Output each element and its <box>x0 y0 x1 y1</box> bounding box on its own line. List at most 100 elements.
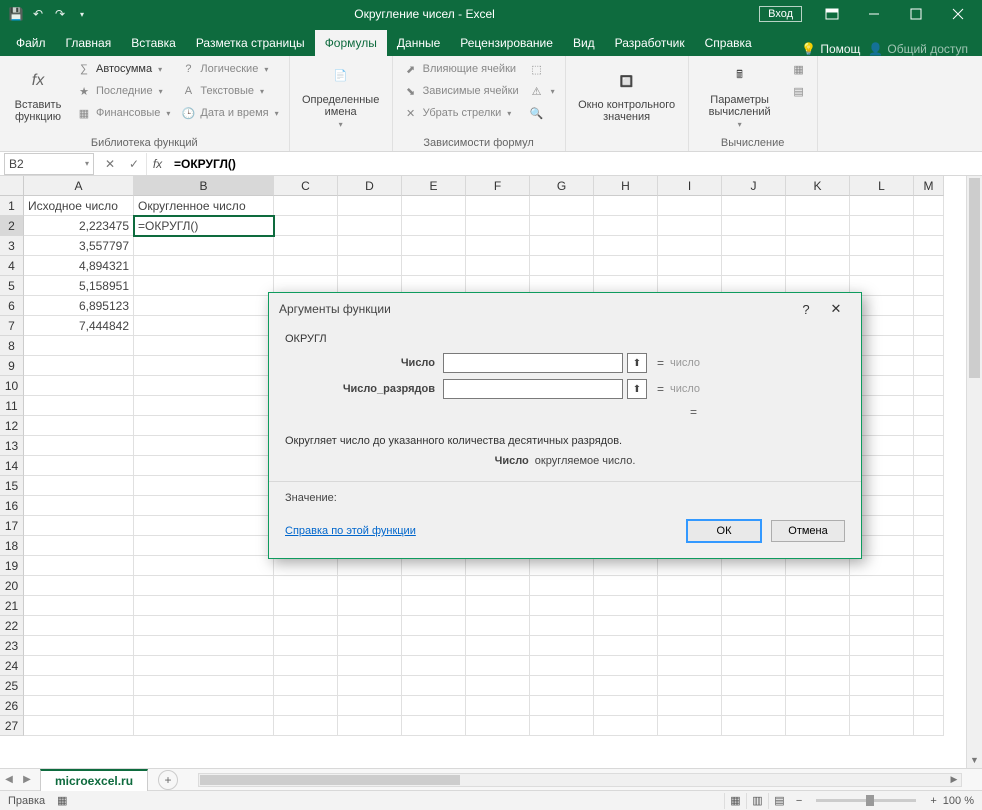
cell[interactable] <box>786 236 850 256</box>
cell[interactable] <box>722 636 786 656</box>
autosum-button[interactable]: ∑Автосумма <box>72 58 174 80</box>
cell[interactable] <box>338 256 402 276</box>
row-header[interactable]: 20 <box>0 576 24 596</box>
scroll-right-icon[interactable]: ▶ <box>946 773 962 787</box>
cell[interactable] <box>722 556 786 576</box>
cell[interactable] <box>594 256 658 276</box>
cell[interactable] <box>786 716 850 736</box>
cell[interactable]: Исходное число <box>24 196 134 216</box>
cell[interactable] <box>530 676 594 696</box>
ribbon-display-icon[interactable] <box>812 0 852 28</box>
zoom-slider[interactable] <box>816 799 916 802</box>
cell[interactable] <box>402 616 466 636</box>
cell[interactable] <box>24 436 134 456</box>
cell[interactable] <box>914 336 944 356</box>
sheet-nav-prev-icon[interactable]: ◀ <box>0 774 18 785</box>
cell[interactable] <box>466 596 530 616</box>
cell[interactable] <box>914 436 944 456</box>
cell[interactable] <box>134 296 274 316</box>
dialog-title-bar[interactable]: Аргументы функции ? ✕ <box>269 293 861 325</box>
maximize-icon[interactable] <box>896 0 936 28</box>
cell[interactable] <box>466 676 530 696</box>
cell[interactable] <box>274 236 338 256</box>
cell[interactable] <box>134 496 274 516</box>
cell[interactable] <box>530 556 594 576</box>
cell[interactable] <box>722 616 786 636</box>
cell[interactable] <box>134 436 274 456</box>
cell[interactable] <box>530 256 594 276</box>
cell[interactable] <box>274 596 338 616</box>
column-header[interactable]: H <box>594 176 658 196</box>
cell[interactable] <box>134 336 274 356</box>
cell[interactable] <box>134 556 274 576</box>
cell[interactable] <box>594 576 658 596</box>
cell[interactable]: 3,557797 <box>24 236 134 256</box>
cell[interactable] <box>850 656 914 676</box>
row-header[interactable]: 10 <box>0 376 24 396</box>
cell[interactable] <box>338 556 402 576</box>
cell[interactable]: 2,223475 <box>24 216 134 236</box>
cell[interactable] <box>658 636 722 656</box>
cell[interactable] <box>850 696 914 716</box>
cell[interactable] <box>914 296 944 316</box>
cell[interactable] <box>658 596 722 616</box>
cell[interactable] <box>338 576 402 596</box>
select-all-corner[interactable] <box>0 176 24 196</box>
cell[interactable] <box>134 636 274 656</box>
cell[interactable] <box>338 676 402 696</box>
row-header[interactable]: 13 <box>0 436 24 456</box>
row-header[interactable]: 26 <box>0 696 24 716</box>
normal-view-icon[interactable]: ▦ <box>724 793 746 809</box>
cell[interactable] <box>530 596 594 616</box>
cell[interactable] <box>466 616 530 636</box>
row-header[interactable]: 1 <box>0 196 24 216</box>
error-check-button[interactable]: ⚠ <box>525 80 559 102</box>
cell[interactable] <box>134 316 274 336</box>
cell[interactable] <box>658 196 722 216</box>
cell[interactable] <box>786 636 850 656</box>
row-header[interactable]: 25 <box>0 676 24 696</box>
cell[interactable] <box>594 616 658 636</box>
row-header[interactable]: 18 <box>0 536 24 556</box>
cell[interactable] <box>134 596 274 616</box>
cell[interactable] <box>850 676 914 696</box>
cell[interactable] <box>786 576 850 596</box>
cell[interactable] <box>722 236 786 256</box>
cell[interactable] <box>274 676 338 696</box>
cell[interactable] <box>274 656 338 676</box>
cell[interactable] <box>722 716 786 736</box>
cell[interactable] <box>24 636 134 656</box>
cell[interactable] <box>722 576 786 596</box>
cell[interactable] <box>594 236 658 256</box>
row-header[interactable]: 23 <box>0 636 24 656</box>
cell[interactable] <box>594 216 658 236</box>
cell[interactable] <box>914 496 944 516</box>
macro-record-icon[interactable]: ▦ <box>57 794 67 807</box>
row-header[interactable]: 19 <box>0 556 24 576</box>
cancel-formula-icon[interactable]: ✕ <box>98 157 122 171</box>
cell[interactable] <box>658 236 722 256</box>
column-header[interactable]: J <box>722 176 786 196</box>
undo-icon[interactable]: ↶ <box>30 6 46 22</box>
cell[interactable] <box>24 456 134 476</box>
cell[interactable] <box>24 396 134 416</box>
cell[interactable] <box>24 696 134 716</box>
cell[interactable] <box>914 236 944 256</box>
cell[interactable] <box>134 376 274 396</box>
row-header[interactable]: 5 <box>0 276 24 296</box>
row-header[interactable]: 4 <box>0 256 24 276</box>
cell[interactable] <box>338 636 402 656</box>
financial-button[interactable]: ▦Финансовые <box>72 102 174 124</box>
cell[interactable] <box>466 256 530 276</box>
cell[interactable] <box>530 696 594 716</box>
cell[interactable] <box>658 676 722 696</box>
cell[interactable] <box>134 396 274 416</box>
cell[interactable] <box>914 556 944 576</box>
cell[interactable] <box>722 196 786 216</box>
cell[interactable] <box>658 716 722 736</box>
cell[interactable] <box>594 696 658 716</box>
cell[interactable] <box>24 596 134 616</box>
zoom-out-icon[interactable]: − <box>796 795 802 807</box>
cell[interactable] <box>24 656 134 676</box>
arg2-range-picker-icon[interactable]: ⬆ <box>627 379 647 399</box>
